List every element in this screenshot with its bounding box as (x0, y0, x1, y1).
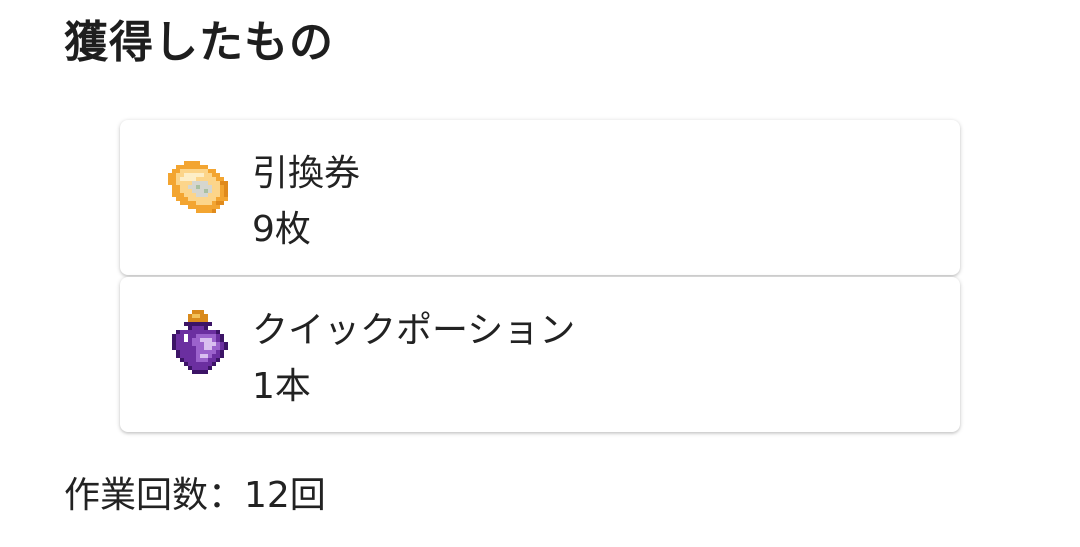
potion-icon (164, 310, 236, 382)
ticket-icon (164, 153, 236, 225)
item-name: 引換券 (252, 153, 361, 194)
reward-card-ticket: 引換券 9枚 (120, 120, 960, 275)
reward-card-potion: クイックポーション 1本 (120, 277, 960, 432)
rewards-screen: 獲得したもの 引換券 9枚 クイックポーション 1本 作業回数：12回 (0, 0, 1080, 547)
work-count-label: 作業回数：12回 (64, 475, 326, 516)
item-name: クイックポーション (252, 310, 576, 351)
item-quantity: 1本 (252, 366, 311, 407)
section-title: 獲得したもの (64, 17, 334, 68)
item-quantity: 9枚 (252, 209, 311, 250)
reward-list: 引換券 9枚 クイックポーション 1本 (120, 120, 960, 432)
